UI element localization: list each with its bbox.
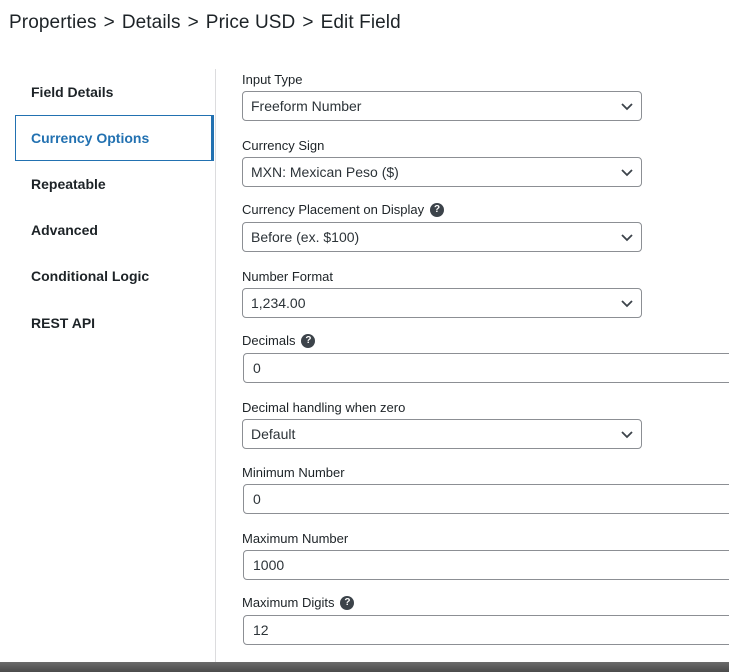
number-format-label-text: Number Format xyxy=(242,269,334,284)
input-type-label-text: Input Type xyxy=(242,72,303,87)
chevron-down-icon xyxy=(621,103,633,111)
sidebar-item-field-details[interactable]: Field Details xyxy=(15,69,214,115)
breadcrumb-separator: > xyxy=(103,12,115,33)
question-circle-icon[interactable]: ? xyxy=(340,595,355,610)
input-type-label: Input Type xyxy=(242,72,302,87)
number-format-select[interactable]: 1,234.00 xyxy=(242,288,642,318)
currency-sign-select[interactable]: MXN: Mexican Peso ($) xyxy=(242,157,642,187)
decimal-zero-value: Default xyxy=(251,426,296,442)
breadcrumb: Properties > Details > Price USD > Edit Field xyxy=(9,12,401,34)
currency-sign-value: MXN: Mexican Peso ($) xyxy=(251,164,399,180)
input-type-value: Freeform Number xyxy=(251,98,362,114)
chevron-down-icon xyxy=(621,234,633,242)
breadcrumb-separator: > xyxy=(187,12,199,33)
decimals-label: Decimals ? xyxy=(242,333,316,348)
edit-field-page: Properties > Details > Price USD > Edit Field … xyxy=(0,0,729,672)
bottom-bar xyxy=(0,662,729,672)
sidebar-divider xyxy=(215,69,216,662)
decimal-zero-select[interactable]: Default xyxy=(242,419,642,449)
currency-placement-label: Currency Placement on Display ? xyxy=(242,202,445,217)
max-number-label-text: Maximum Number xyxy=(242,531,349,546)
min-number-label-text: Minimum Number xyxy=(242,465,345,480)
input-type-select[interactable]: Freeform Number xyxy=(242,91,642,121)
decimal-zero-label-text: Decimal handling when zero xyxy=(242,400,406,415)
max-number-label: Maximum Number xyxy=(242,531,348,546)
chevron-down-icon xyxy=(621,300,633,308)
field-settings-sidebar: Field Details Currency Options Repeatabl… xyxy=(15,69,215,662)
sidebar-item-conditional-logic[interactable]: Conditional Logic xyxy=(15,253,214,299)
breadcrumb-item-price-usd[interactable]: Price USD xyxy=(206,12,296,33)
max-number-input[interactable]: 1000 xyxy=(243,550,729,580)
question-circle-icon[interactable]: ? xyxy=(430,202,445,217)
currency-sign-label-text: Currency Sign xyxy=(242,138,325,153)
sidebar-item-currency-options[interactable]: Currency Options xyxy=(15,115,214,161)
breadcrumb-separator: > xyxy=(302,12,314,33)
currency-placement-select[interactable]: Before (ex. $100) xyxy=(242,222,642,252)
decimals-input[interactable]: 0 xyxy=(243,353,729,383)
max-digits-input[interactable]: 12 xyxy=(243,615,729,645)
decimal-zero-label: Decimal handling when zero xyxy=(242,400,405,415)
sidebar-item-repeatable[interactable]: Repeatable xyxy=(15,161,214,207)
min-number-label: Minimum Number xyxy=(242,465,345,480)
number-format-value: 1,234.00 xyxy=(251,295,306,311)
min-number-input[interactable]: 0 xyxy=(243,484,729,514)
breadcrumb-item-edit-field: Edit Field xyxy=(320,12,401,33)
number-format-label: Number Format xyxy=(242,269,333,284)
question-circle-icon[interactable]: ? xyxy=(301,333,316,348)
currency-placement-value: Before (ex. $100) xyxy=(251,229,360,245)
breadcrumb-item-details[interactable]: Details xyxy=(122,12,181,33)
chevron-down-icon xyxy=(621,431,633,439)
chevron-down-icon xyxy=(621,169,633,177)
decimals-label-text: Decimals xyxy=(242,333,296,348)
currency-sign-label: Currency Sign xyxy=(242,138,324,153)
sidebar-item-rest-api[interactable]: REST API xyxy=(15,300,214,346)
max-digits-label-text: Maximum Digits xyxy=(242,595,335,610)
max-digits-label: Maximum Digits ? xyxy=(242,595,355,610)
currency-placement-label-text: Currency Placement on Display xyxy=(242,202,425,217)
sidebar-item-advanced[interactable]: Advanced xyxy=(15,207,214,253)
breadcrumb-item-properties[interactable]: Properties xyxy=(9,12,97,33)
